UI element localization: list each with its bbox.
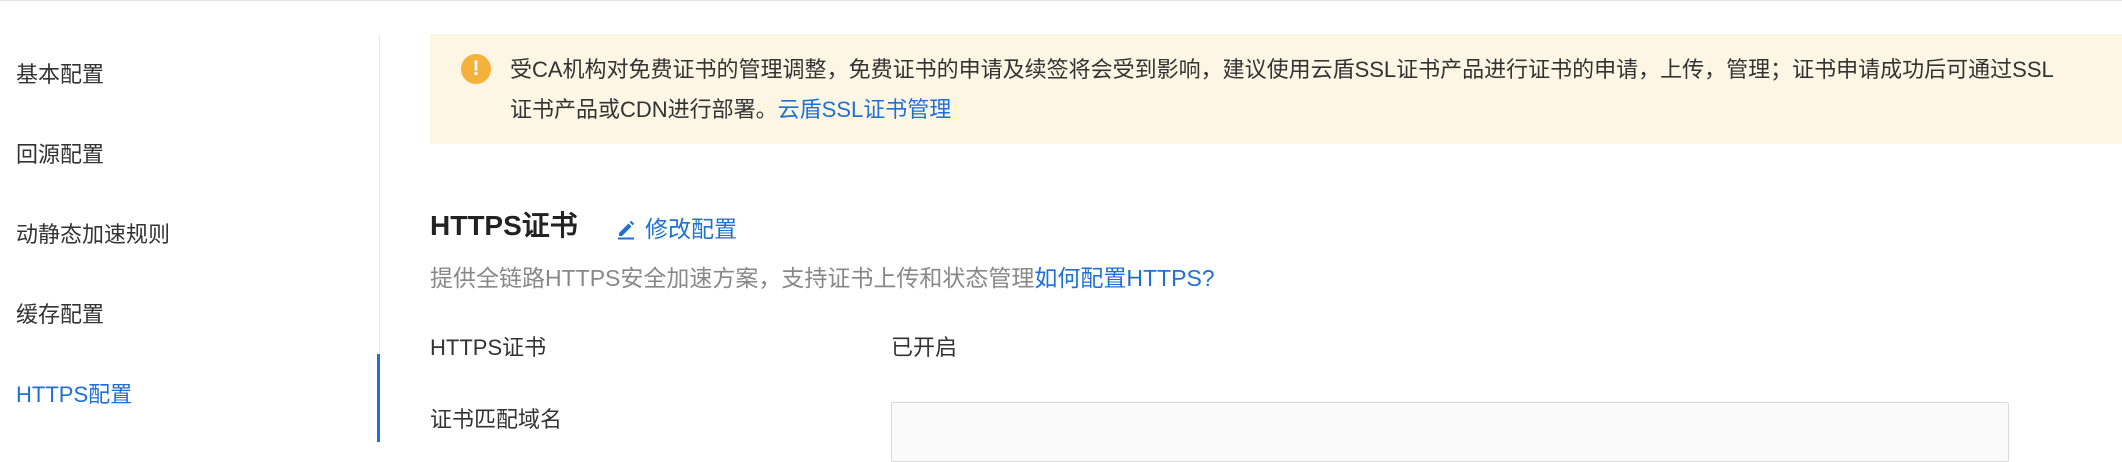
edit-config-button[interactable]: 修改配置 <box>615 213 737 245</box>
sidebar-item-origin-config[interactable]: 回源配置 <box>16 140 104 170</box>
notice-text: 受CA机构对免费证书的管理调整，免费证书的申请及续签将会受到影响，建议使用云盾S… <box>510 50 2070 130</box>
section-title: HTTPS证书 <box>430 210 578 241</box>
sidebar-active-indicator <box>377 354 380 442</box>
sidebar-nav: 基本配置 回源配置 动静态加速规则 缓存配置 HTTPS配置 <box>0 0 381 442</box>
https-cert-status: 已开启 <box>891 335 958 360</box>
sidebar-item-basic-config[interactable]: 基本配置 <box>16 60 104 90</box>
how-to-configure-https-link[interactable]: 如何配置HTTPS? <box>1034 265 1214 291</box>
warning-icon: ! <box>461 54 491 84</box>
description-text: 提供全链路HTTPS安全加速方案，支持证书上传和状态管理 <box>430 265 1035 291</box>
cert-domain-field[interactable] <box>891 402 2009 462</box>
sidebar-item-https-config[interactable]: HTTPS配置 <box>16 380 132 410</box>
sidebar-item-dynamic-static-rules[interactable]: 动静态加速规则 <box>16 220 170 250</box>
notice-banner: ! 受CA机构对免费证书的管理调整，免费证书的申请及续签将会受到影响，建议使用云… <box>430 34 2122 144</box>
cert-domain-label: 证书匹配域名 <box>430 407 563 432</box>
section-description: 提供全链路HTTPS安全加速方案，支持证书上传和状态管理如何配置HTTPS? <box>430 262 1215 294</box>
pencil-icon <box>618 220 635 240</box>
ssl-cert-management-link[interactable]: 云盾SSL证书管理 <box>778 97 952 122</box>
edit-config-label: 修改配置 <box>645 216 737 242</box>
sidebar-item-cache-config[interactable]: 缓存配置 <box>16 300 104 330</box>
https-cert-label: HTTPS证书 <box>430 335 547 360</box>
notice-message: 受CA机构对免费证书的管理调整，免费证书的申请及续签将会受到影响，建议使用云盾S… <box>510 57 2054 122</box>
